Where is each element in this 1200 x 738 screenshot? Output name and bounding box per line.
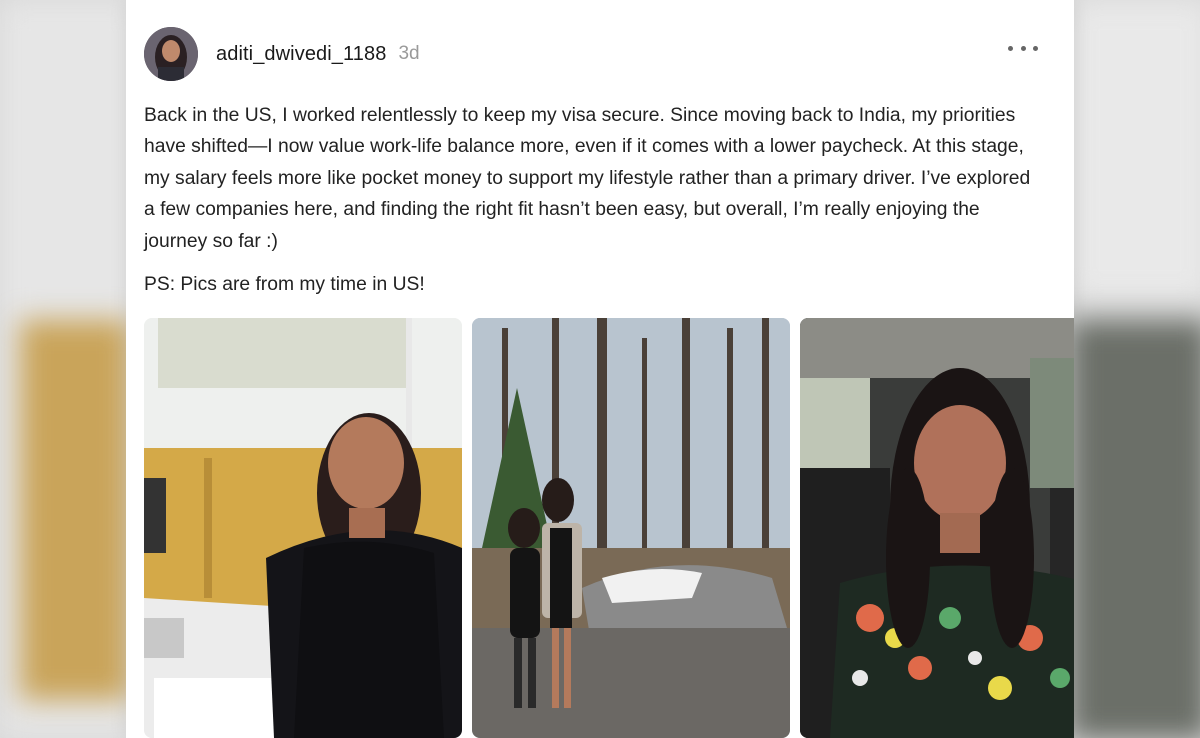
office-selfie-photo[interactable] xyxy=(144,318,462,738)
post-timestamp: 3d xyxy=(398,43,420,64)
post-header: aditi_dwivedi_1188 3d xyxy=(144,26,420,82)
username[interactable]: aditi_dwivedi_1188 xyxy=(216,43,386,66)
post-card: aditi_dwivedi_1188 3d Back in the US, I … xyxy=(126,0,1074,738)
ellipsis-icon xyxy=(1008,45,1013,51)
post-ps-text: PS: Pics are from my time in US! xyxy=(144,274,425,295)
car-selfie-photo[interactable] xyxy=(800,318,1074,738)
avatar[interactable] xyxy=(144,27,198,81)
photo-gallery xyxy=(144,318,1074,738)
more-options-button[interactable] xyxy=(1008,40,1038,56)
outdoor-forest-photo[interactable] xyxy=(472,318,790,738)
post-body-text: Back in the US, I worked relentlessly to… xyxy=(144,105,1031,252)
avatar-image xyxy=(144,27,198,81)
